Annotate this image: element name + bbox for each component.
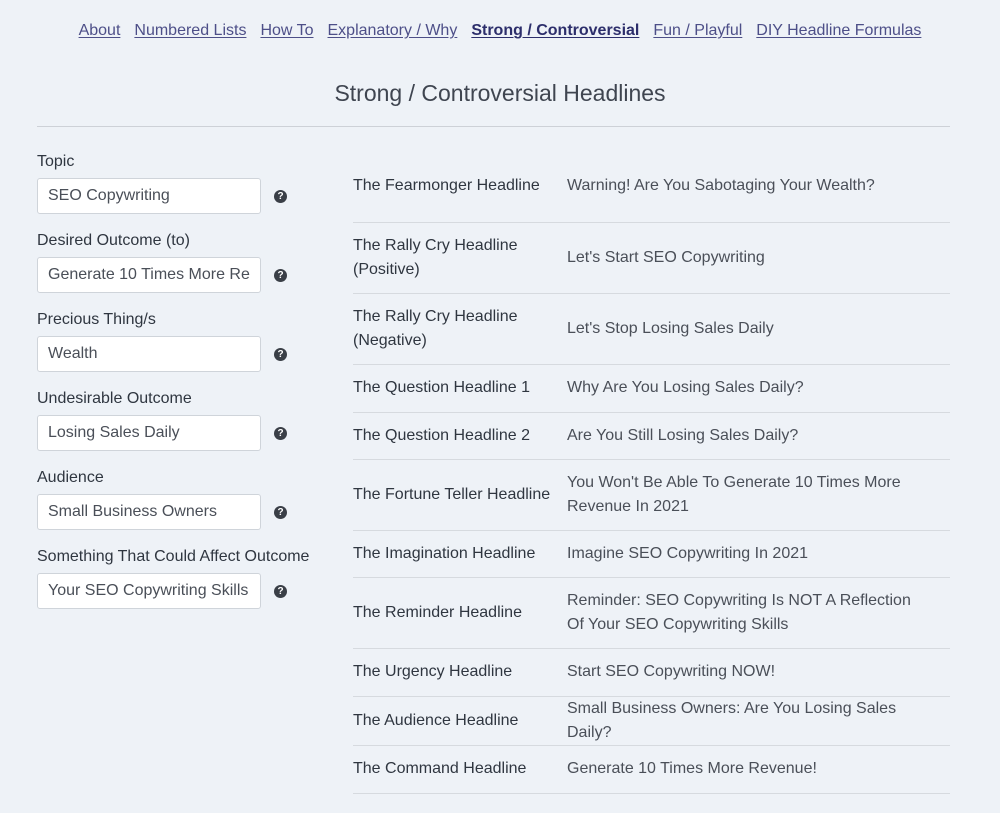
table-row: The Command Headline Generate 10 Times M… <box>353 745 950 794</box>
page-title: Strong / Controversial Headlines <box>334 80 666 106</box>
table-row: The Imagination Headline Imagine SEO Cop… <box>353 530 950 578</box>
nav-link-diy-headline-formulas[interactable]: DIY Headline Formulas <box>756 22 921 44</box>
headline-type-name: The Audience Headline <box>353 696 567 746</box>
title-divider <box>37 126 950 127</box>
nav-link-fun-playful[interactable]: Fun / Playful <box>653 22 742 44</box>
question-circle-icon[interactable]: ? <box>274 268 287 282</box>
headline-results-table: The Fearmonger Headline Warning! Are You… <box>353 151 950 794</box>
question-circle-icon[interactable]: ? <box>274 505 287 519</box>
generated-headline: Reminder: SEO Copywriting Is NOT A Refle… <box>567 577 950 649</box>
question-circle-icon[interactable]: ? <box>274 426 287 440</box>
headline-type-name: The Question Headline 1 <box>353 364 567 413</box>
headline-type-name: The Fortune Teller Headline <box>353 459 567 531</box>
generated-headline: Let's Stop Losing Sales Daily <box>567 293 950 365</box>
generated-headline: Small Business Owners: Are You Losing Sa… <box>567 696 950 746</box>
question-circle-icon[interactable]: ? <box>274 584 287 598</box>
headline-type-name: The Question Headline 2 <box>353 412 567 460</box>
generated-headline: Let's Start SEO Copywriting <box>567 222 950 294</box>
generated-headline: Are You Still Losing Sales Daily? <box>567 412 950 460</box>
precious-thing-input[interactable] <box>37 336 261 372</box>
nav-link-strong-controversial[interactable]: Strong / Controversial <box>471 22 639 44</box>
top-nav: About Numbered Lists How To Explanatory … <box>0 22 1000 44</box>
table-row: The Fearmonger Headline Warning! Are You… <box>353 151 950 223</box>
headline-input-form: Topic ? Desired Outcome (to) ? Precious … <box>37 152 327 626</box>
audience-row: ? <box>37 494 327 530</box>
desired-outcome-row: ? <box>37 257 327 293</box>
headline-type-name: The Rally Cry Headline (Negative) <box>353 293 567 365</box>
generated-headline: Why Are You Losing Sales Daily? <box>567 364 950 413</box>
table-row: The Urgency Headline Start SEO Copywriti… <box>353 648 950 697</box>
nav-link-about[interactable]: About <box>79 22 121 44</box>
table-row: The Fortune Teller Headline You Won't Be… <box>353 459 950 531</box>
topic-field-group: Topic ? <box>37 152 327 231</box>
precious-thing-row: ? <box>37 336 327 372</box>
headline-type-name: The Reminder Headline <box>353 577 567 649</box>
headline-type-name: The Imagination Headline <box>353 530 567 578</box>
affect-outcome-input[interactable] <box>37 573 261 609</box>
topic-row: ? <box>37 178 327 214</box>
table-row: The Question Headline 2 Are You Still Lo… <box>353 412 950 460</box>
table-row: The Question Headline 1 Why Are You Losi… <box>353 364 950 413</box>
desired-outcome-label: Desired Outcome (to) <box>37 232 190 249</box>
undesirable-outcome-field-group: Undesirable Outcome ? <box>37 389 327 468</box>
question-circle-icon[interactable]: ? <box>274 189 287 203</box>
topic-label: Topic <box>37 153 75 170</box>
audience-field-group: Audience ? <box>37 468 327 547</box>
headline-type-name: The Urgency Headline <box>353 648 567 697</box>
affect-outcome-row: ? <box>37 573 327 609</box>
generated-headline: Warning! Are You Sabotaging Your Wealth? <box>567 151 950 223</box>
topic-input[interactable] <box>37 178 261 214</box>
desired-outcome-input[interactable] <box>37 257 261 293</box>
nav-link-numbered-lists[interactable]: Numbered Lists <box>134 22 246 44</box>
generated-headline: Imagine SEO Copywriting In 2021 <box>567 530 950 578</box>
precious-thing-label: Precious Thing/s <box>37 311 156 328</box>
generated-headline: Start SEO Copywriting NOW! <box>567 648 950 697</box>
table-row: The Rally Cry Headline (Negative) Let's … <box>353 293 950 365</box>
question-circle-icon[interactable]: ? <box>274 347 287 361</box>
generated-headline: Generate 10 Times More Revenue! <box>567 745 950 794</box>
audience-label: Audience <box>37 469 104 486</box>
affect-outcome-label: Something That Could Affect Outcome <box>37 548 310 565</box>
undesirable-outcome-row: ? <box>37 415 327 451</box>
affect-outcome-field-group: Something That Could Affect Outcome ? <box>37 547 327 626</box>
table-row: The Audience Headline Small Business Own… <box>353 696 950 746</box>
undesirable-outcome-label: Undesirable Outcome <box>37 390 192 407</box>
headline-type-name: The Fearmonger Headline <box>353 151 567 223</box>
nav-link-how-to[interactable]: How To <box>260 22 313 44</box>
precious-thing-field-group: Precious Thing/s ? <box>37 310 327 389</box>
desired-outcome-field-group: Desired Outcome (to) ? <box>37 231 327 310</box>
table-row: The Reminder Headline Reminder: SEO Copy… <box>353 577 950 649</box>
audience-input[interactable] <box>37 494 261 530</box>
generated-headline: You Won't Be Able To Generate 10 Times M… <box>567 459 950 531</box>
headline-type-name: The Rally Cry Headline (Positive) <box>353 222 567 294</box>
nav-link-explanatory-why[interactable]: Explanatory / Why <box>328 22 458 44</box>
headline-type-name: The Command Headline <box>353 745 567 794</box>
table-row: The Rally Cry Headline (Positive) Let's … <box>353 222 950 294</box>
undesirable-outcome-input[interactable] <box>37 415 261 451</box>
